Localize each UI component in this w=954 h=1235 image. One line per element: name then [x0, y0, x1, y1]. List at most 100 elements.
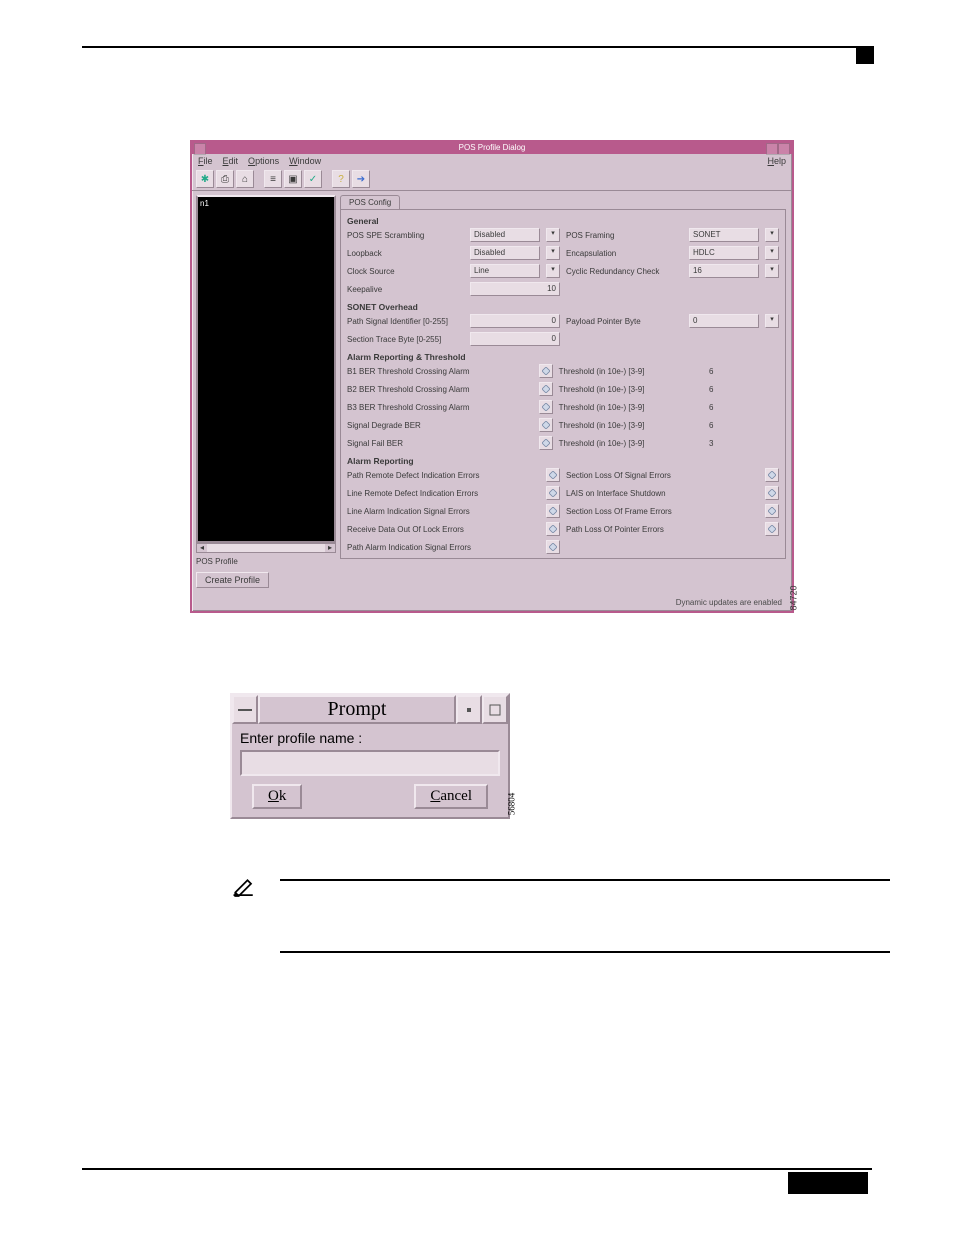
diamond-toggle-icon[interactable]: [539, 364, 553, 378]
diamond-toggle-icon[interactable]: [765, 486, 779, 500]
dropdown-icon[interactable]: ▾: [765, 246, 779, 260]
menu-window[interactable]: Window: [289, 156, 321, 166]
dropdown-icon[interactable]: ▾: [546, 264, 560, 278]
thr-label: Signal Fail BER: [347, 439, 533, 448]
thresholds-grid: B1 BER Threshold Crossing Alarm Threshol…: [347, 364, 779, 450]
scroll-left-icon[interactable]: ◂: [197, 544, 207, 552]
menu-edit[interactable]: Edit: [223, 156, 239, 166]
dropdown-icon[interactable]: ▾: [546, 228, 560, 242]
field-pos-framing[interactable]: SONET: [689, 228, 759, 242]
profile-section-label: POS Profile: [196, 557, 336, 566]
thr-value[interactable]: 6: [709, 403, 779, 412]
label-clock-source: Clock Source: [347, 267, 464, 276]
toolbar-btn-6[interactable]: ✓: [304, 170, 322, 188]
tab-pos-config[interactable]: POS Config: [340, 195, 400, 209]
figure-id: 56804: [506, 793, 516, 816]
menu-file[interactable]: File: [198, 156, 213, 166]
dropdown-icon[interactable]: ▾: [765, 314, 779, 328]
dropdown-icon[interactable]: ▾: [546, 246, 560, 260]
ar-left-label: Line Alarm Indication Signal Errors: [347, 507, 540, 516]
window-titlebar[interactable]: POS Profile Dialog: [192, 142, 792, 154]
diamond-toggle-icon[interactable]: [539, 382, 553, 396]
diamond-toggle-icon[interactable]: [546, 504, 560, 518]
field-crc[interactable]: 16: [689, 264, 759, 278]
page-crop-bottom: [788, 1172, 868, 1194]
thr-value[interactable]: 6: [709, 421, 779, 430]
scroll-right-icon[interactable]: ▸: [325, 544, 335, 552]
label-ppb: Payload Pointer Byte: [566, 317, 683, 326]
diamond-toggle-icon[interactable]: [546, 540, 560, 554]
prompt-title: Prompt: [258, 695, 456, 724]
toolbar-btn-2[interactable]: ⎙: [216, 170, 234, 188]
window-maximize-icon[interactable]: [778, 143, 790, 155]
window-menu-icon[interactable]: [194, 143, 206, 155]
thr-label: B3 BER Threshold Crossing Alarm: [347, 403, 533, 412]
dropdown-icon[interactable]: ▾: [765, 228, 779, 242]
toolbar-btn-5[interactable]: ▣: [284, 170, 302, 188]
ok-button[interactable]: Ok: [252, 784, 302, 809]
ar-right-label: Path Loss Of Pointer Errors: [566, 525, 759, 534]
create-profile-button[interactable]: Create Profile: [196, 572, 269, 588]
alarm-reporting-grid: Path Remote Defect Indication Errors Sec…: [347, 468, 779, 554]
field-clock-source[interactable]: Line: [470, 264, 540, 278]
page-crop-bottom: [82, 1168, 872, 1170]
note-block: [230, 879, 890, 953]
label-loopback: Loopback: [347, 249, 464, 258]
profile-name-input[interactable]: [240, 750, 500, 776]
diamond-toggle-icon[interactable]: [765, 522, 779, 536]
label-encapsulation: Encapsulation: [566, 249, 683, 258]
field-spe-scrambling[interactable]: Disabled: [470, 228, 540, 242]
window-minimize-icon[interactable]: [456, 695, 482, 724]
field-encapsulation[interactable]: HDLC: [689, 246, 759, 260]
diamond-toggle-icon[interactable]: [539, 418, 553, 432]
dropdown-icon[interactable]: ▾: [765, 264, 779, 278]
diamond-toggle-icon[interactable]: [546, 468, 560, 482]
menubar: File Edit Options Window Help: [192, 154, 792, 168]
toolbar-btn-help[interactable]: ?: [332, 170, 350, 188]
profile-list[interactable]: n1: [196, 195, 336, 543]
menu-options[interactable]: Options: [248, 156, 279, 166]
thr-label: B2 BER Threshold Crossing Alarm: [347, 385, 533, 394]
ar-right-label: LAIS on Interface Shutdown: [566, 489, 759, 498]
field-ppb[interactable]: 0: [689, 314, 759, 328]
thr-label: B1 BER Threshold Crossing Alarm: [347, 367, 533, 376]
field-stb[interactable]: 0: [470, 332, 560, 346]
field-keepalive[interactable]: 10: [470, 282, 560, 296]
diamond-toggle-icon[interactable]: [765, 468, 779, 482]
diamond-toggle-icon[interactable]: [765, 504, 779, 518]
diamond-toggle-icon[interactable]: [546, 522, 560, 536]
thr-threshold-label: Threshold (in 10e-) [3-9]: [559, 421, 703, 430]
toolbar-btn-3[interactable]: ⌂: [236, 170, 254, 188]
pencil-note-icon: [230, 875, 258, 903]
ar-right-label: Section Loss Of Signal Errors: [566, 471, 759, 480]
diamond-toggle-icon[interactable]: [539, 400, 553, 414]
field-loopback[interactable]: Disabled: [470, 246, 540, 260]
toolbar-btn-go[interactable]: ➔: [352, 170, 370, 188]
diamond-toggle-icon[interactable]: [539, 436, 553, 450]
pos-profile-dialog-window: POS Profile Dialog File Edit Options Win…: [190, 140, 794, 613]
status-bar: Dynamic updates are enabled: [192, 592, 792, 611]
window-maximize-icon[interactable]: [482, 695, 508, 724]
page-crop-top: [82, 46, 872, 48]
section-general: General: [347, 216, 779, 226]
window-minimize-icon[interactable]: [766, 143, 778, 155]
thr-threshold-label: Threshold (in 10e-) [3-9]: [559, 385, 703, 394]
label-keepalive: Keepalive: [347, 285, 464, 294]
cancel-button[interactable]: Cancel: [414, 784, 488, 809]
thr-value[interactable]: 6: [709, 385, 779, 394]
window-title: POS Profile Dialog: [459, 143, 526, 152]
profile-list-item[interactable]: n1: [200, 199, 209, 208]
thr-value[interactable]: 3: [709, 439, 779, 448]
section-thresholds: Alarm Reporting & Threshold: [347, 352, 779, 362]
ar-left-label: Line Remote Defect Indication Errors: [347, 489, 540, 498]
profile-list-hscrollbar[interactable]: ◂ ▸: [196, 543, 336, 553]
pos-config-pane: General POS SPE Scrambling Disabled ▾ PO…: [340, 209, 786, 559]
window-menu-icon[interactable]: [232, 695, 258, 724]
toolbar-btn-1[interactable]: ✱: [196, 170, 214, 188]
menu-help[interactable]: Help: [767, 156, 786, 166]
toolbar-btn-4[interactable]: ≡: [264, 170, 282, 188]
thr-threshold-label: Threshold (in 10e-) [3-9]: [559, 367, 703, 376]
diamond-toggle-icon[interactable]: [546, 486, 560, 500]
field-psi[interactable]: 0: [470, 314, 560, 328]
thr-value[interactable]: 6: [709, 367, 779, 376]
